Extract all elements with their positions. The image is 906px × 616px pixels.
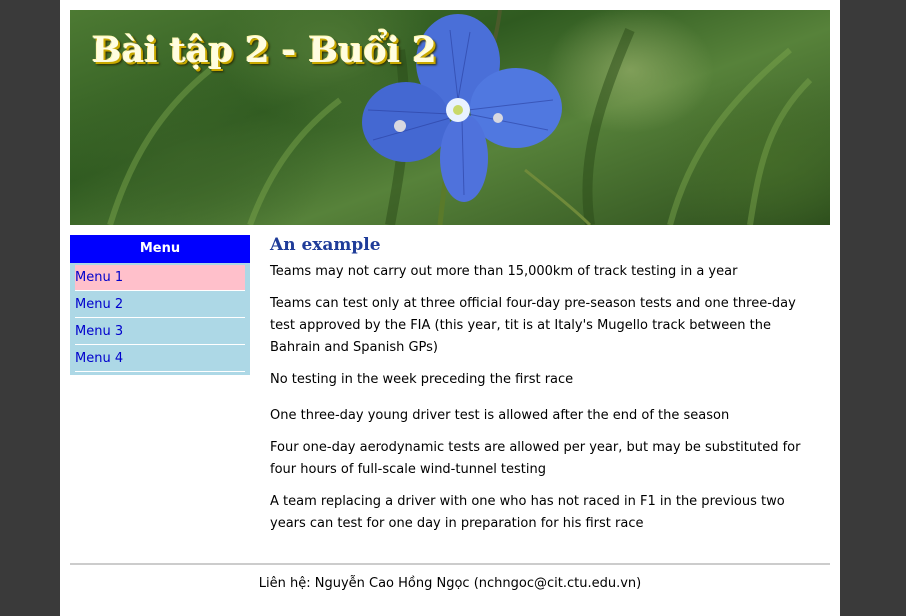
footer-divider	[70, 563, 830, 565]
menu-item-1[interactable]: Menu 1	[75, 265, 245, 291]
footer-contact: Liên hệ: Nguyễn Cao Hồng Ngọc (nchngoc@c…	[258, 576, 642, 591]
content-paragraph: No testing in the week preceding the fir…	[270, 372, 574, 387]
menu-item-2[interactable]: Menu 2	[75, 292, 245, 318]
content-paragraph: Teams can test only at three official fo…	[270, 296, 796, 355]
content-paragraph: Teams may not carry out more than 15,000…	[270, 264, 738, 279]
banner-title: Bài tập 2 - Buổi 2	[92, 30, 437, 71]
content-heading: An example	[270, 235, 381, 255]
menu-list: Menu 1 Menu 2 Menu 3 Menu 4	[70, 263, 250, 375]
menu-item-3[interactable]: Menu 3	[75, 319, 245, 345]
menu-title: Menu	[70, 235, 250, 263]
content-paragraph: Four one-day aerodynamic tests are allow…	[270, 440, 801, 477]
sidebar-menu: Menu Menu 1 Menu 2 Menu 3 Menu 4	[70, 235, 250, 375]
header-banner: Bài tập 2 - Buổi 2	[70, 10, 830, 225]
content-paragraph: One three-day young driver test is allow…	[270, 408, 730, 423]
menu-item-4[interactable]: Menu 4	[75, 346, 245, 372]
content-paragraph: A team replacing a driver with one who h…	[270, 494, 785, 531]
main-content: An example Teams may not carry out more …	[270, 235, 820, 545]
page-container: Bài tập 2 - Buổi 2 Menu Menu 1 Menu 2 Me…	[60, 0, 840, 616]
